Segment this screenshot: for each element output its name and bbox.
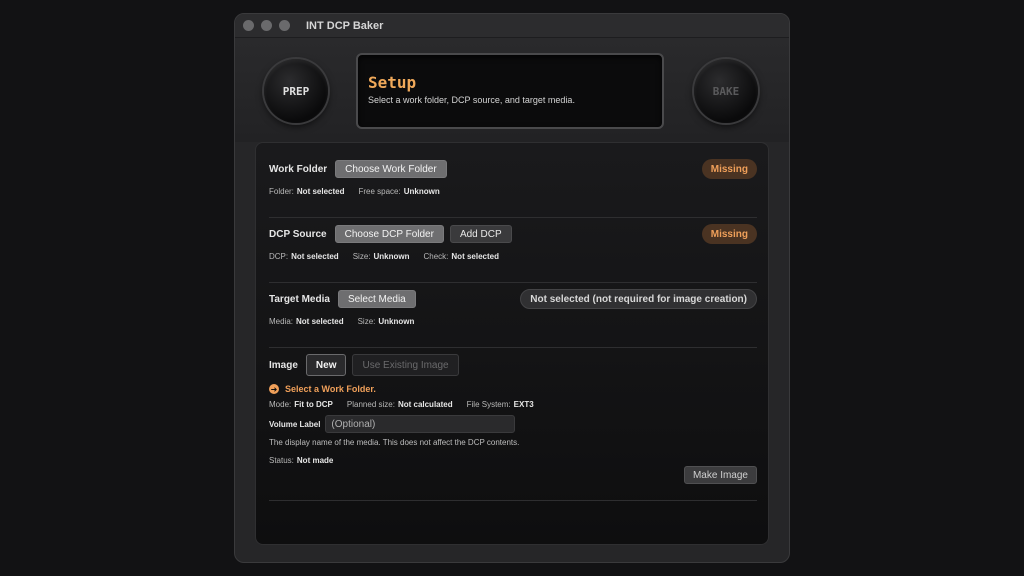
divider bbox=[269, 347, 757, 348]
bake-button[interactable]: BAKE bbox=[694, 59, 758, 123]
free-space-meta: Free space: Unknown bbox=[358, 187, 440, 196]
display-subtitle: Select a work folder, DCP source, and ta… bbox=[368, 95, 575, 105]
divider bbox=[269, 217, 757, 218]
make-image-button[interactable]: Make Image bbox=[683, 466, 757, 484]
dcp-check-meta: Check: Not selected bbox=[423, 252, 499, 261]
arrow-right-icon: ➜ bbox=[269, 384, 279, 394]
setup-panel: Work Folder Choose Work Folder Missing F… bbox=[255, 142, 769, 545]
file-system-meta: File System: EXT3 bbox=[466, 400, 534, 409]
dcp-meta: DCP: Not selected bbox=[269, 252, 339, 261]
choose-dcp-folder-button[interactable]: Choose DCP Folder bbox=[334, 225, 444, 243]
dcp-source-label: DCP Source bbox=[269, 228, 327, 240]
display-title: Setup bbox=[368, 73, 417, 92]
volume-label-label: Volume Label bbox=[269, 419, 321, 429]
close-window-button[interactable] bbox=[243, 20, 254, 31]
minimize-window-button[interactable] bbox=[261, 20, 272, 31]
window-controls bbox=[243, 20, 290, 31]
title-bar: INT DCP Baker bbox=[235, 14, 789, 38]
image-warning: ➜ Select a Work Folder. bbox=[269, 384, 757, 394]
app-window: INT DCP Baker PREP Setup Select a work f… bbox=[234, 13, 790, 563]
control-header: PREP Setup Select a work folder, DCP sou… bbox=[235, 38, 789, 142]
folder-meta: Folder: Not selected bbox=[269, 187, 345, 196]
status-display: Setup Select a work folder, DCP source, … bbox=[356, 53, 664, 129]
new-image-button[interactable]: New bbox=[305, 354, 347, 376]
target-media-section: Target Media Select Media Not selected (… bbox=[269, 289, 757, 326]
divider bbox=[269, 282, 757, 283]
choose-work-folder-button[interactable]: Choose Work Folder bbox=[335, 160, 447, 178]
media-size-meta: Size: Unknown bbox=[357, 317, 415, 326]
work-folder-label: Work Folder bbox=[269, 163, 328, 175]
mode-meta: Mode: Fit to DCP bbox=[269, 400, 333, 409]
target-media-label: Target Media bbox=[269, 293, 330, 305]
target-media-status-badge: Not selected (not required for image cre… bbox=[520, 289, 757, 309]
use-existing-image-button[interactable]: Use Existing Image bbox=[352, 354, 459, 376]
planned-size-meta: Planned size: Not calculated bbox=[346, 400, 453, 409]
work-folder-status-badge: Missing bbox=[701, 159, 757, 179]
select-media-button[interactable]: Select Media bbox=[337, 290, 416, 308]
work-folder-section: Work Folder Choose Work Folder Missing F… bbox=[269, 159, 757, 196]
divider bbox=[269, 500, 757, 501]
zoom-window-button[interactable] bbox=[279, 20, 290, 31]
dcp-size-meta: Size: Unknown bbox=[352, 252, 410, 261]
image-status: Status: Not made bbox=[269, 456, 334, 465]
window-title: INT DCP Baker bbox=[306, 19, 384, 32]
volume-note: The display name of the media. This does… bbox=[269, 438, 520, 447]
media-meta: Media: Not selected bbox=[269, 317, 344, 326]
prep-button[interactable]: PREP bbox=[264, 59, 328, 123]
add-dcp-button[interactable]: Add DCP bbox=[449, 225, 512, 243]
volume-label-input[interactable] bbox=[325, 415, 516, 433]
image-label: Image bbox=[269, 359, 298, 371]
dcp-source-section: DCP Source Choose DCP Folder Add DCP Mis… bbox=[269, 224, 757, 261]
dcp-source-status-badge: Missing bbox=[701, 224, 757, 244]
warning-text: Select a Work Folder. bbox=[285, 384, 376, 394]
image-section: Image New Use Existing Image ➜ Select a … bbox=[269, 354, 757, 494]
